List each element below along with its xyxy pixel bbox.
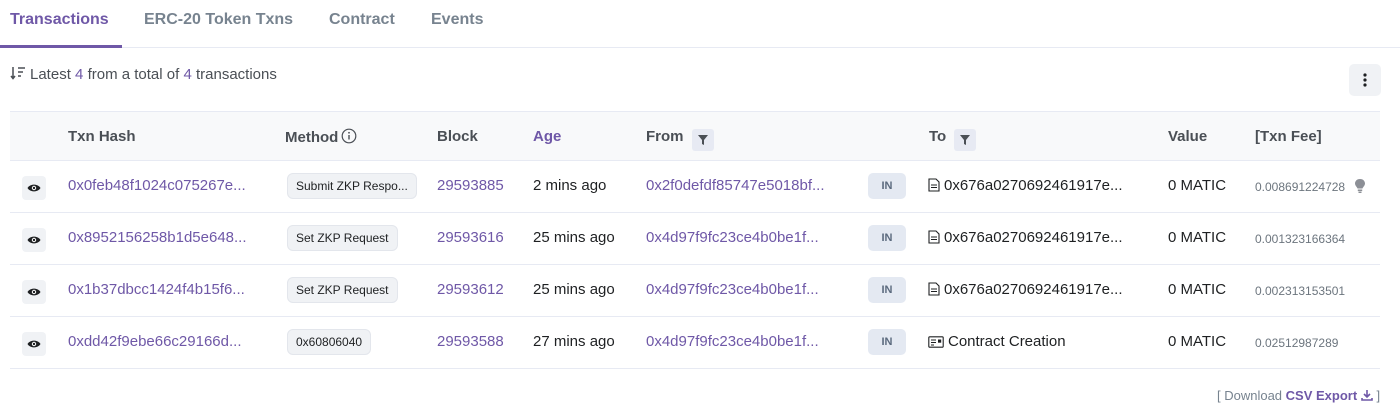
to-address-link[interactable]: 0x676a0270692461917e... <box>944 177 1123 194</box>
header-age[interactable]: Age <box>533 128 561 145</box>
tab-events[interactable]: Events <box>431 11 483 29</box>
from-address-link[interactable]: 0x4d97f9fc23ce4b0be1f... <box>646 333 819 350</box>
table-header: Txn Hash Method Block Age From To Value … <box>10 111 1380 161</box>
document-icon <box>928 230 940 244</box>
value-cell: 0 MATIC <box>1168 281 1227 298</box>
eye-icon <box>27 184 41 192</box>
txn-fee-cell: 0.001323166364 <box>1255 232 1346 246</box>
to-filter-button[interactable] <box>954 129 977 151</box>
header-from: From <box>646 128 714 151</box>
block-link[interactable]: 29593612 <box>437 281 504 298</box>
txn-hash-link[interactable]: 0x1b37dbcc1424f4b15f6... <box>68 281 245 298</box>
to-cell: 0x676a0270692461917e... <box>928 281 1123 298</box>
table-row: 0x1b37dbcc1424f4b15f6... Set ZKP Request… <box>10 265 1380 317</box>
header-to-label: To <box>929 128 947 145</box>
eye-icon <box>27 288 41 296</box>
direction-badge: IN <box>868 329 906 355</box>
tab-contract[interactable]: Contract <box>329 11 395 29</box>
csv-export-label: CSV Export <box>1285 388 1358 403</box>
from-address-link[interactable]: 0x4d97f9fc23ce4b0be1f... <box>646 229 819 246</box>
txn-hash-link[interactable]: 0x0feb48f1024c075267e... <box>68 177 246 194</box>
txn-fee-cell: 0.02512987289 <box>1255 336 1339 350</box>
download-footer: [ Download CSV Export ] <box>1217 388 1380 403</box>
summary-middle: from a total of <box>87 66 180 83</box>
download-close: ] <box>1376 388 1381 403</box>
value-cell: 0 MATIC <box>1168 229 1227 246</box>
more-options-button[interactable] <box>1349 64 1381 96</box>
value-cell: 0 MATIC <box>1168 333 1227 350</box>
document-icon <box>928 178 940 192</box>
block-link[interactable]: 29593885 <box>437 177 504 194</box>
header-txn-hash: Txn Hash <box>68 128 136 145</box>
age-cell: 25 mins ago <box>533 281 615 298</box>
from-filter-button[interactable] <box>691 129 714 151</box>
txn-hash-link[interactable]: 0x8952156258b1d5e648... <box>68 229 247 246</box>
block-link[interactable]: 29593588 <box>437 333 504 350</box>
age-cell: 27 mins ago <box>533 333 615 350</box>
header-from-label: From <box>646 128 684 145</box>
method-badge: 0x60806040 <box>287 329 372 355</box>
direction-badge: IN <box>868 173 906 199</box>
header-value: Value <box>1168 128 1208 145</box>
info-icon[interactable] <box>341 128 357 144</box>
gas-price-bulb-icon[interactable] <box>1354 178 1366 194</box>
to-cell: 0x676a0270692461917e... <box>928 229 1123 246</box>
age-cell: 25 mins ago <box>533 229 615 246</box>
kebab-icon <box>1363 73 1367 87</box>
to-address-link[interactable]: 0x676a0270692461917e... <box>944 229 1123 246</box>
active-tab-indicator <box>0 45 122 48</box>
tab-bar: Transactions ERC-20 Token Txns Contract … <box>0 0 1400 48</box>
csv-export-link[interactable]: CSV Export <box>1286 388 1377 403</box>
block-link[interactable]: 29593616 <box>437 229 504 246</box>
to-address-link[interactable]: 0x676a0270692461917e... <box>944 281 1123 298</box>
method-badge: Submit ZKP Respo... <box>287 173 417 199</box>
to-cell: 0x676a0270692461917e... <box>928 177 1123 194</box>
transactions-summary: Latest 4 from a total of 4 transactions <box>10 66 277 83</box>
header-block: Block <box>437 128 478 145</box>
value-cell: 0 MATIC <box>1168 177 1227 194</box>
tab-erc20-token-txns[interactable]: ERC-20 Token Txns <box>144 11 293 29</box>
header-txn-fee[interactable]: [Txn Fee] <box>1255 128 1322 145</box>
download-icon <box>1361 390 1373 401</box>
eye-icon <box>27 236 41 244</box>
filter-icon <box>960 135 971 145</box>
txn-hash-link[interactable]: 0xdd42f9ebe66c29166d... <box>68 333 242 350</box>
table-row: 0xdd42f9ebe66c29166d... 0x60806040 29593… <box>10 317 1380 369</box>
to-cell: Contract Creation <box>928 333 1066 350</box>
summary-total: 4 <box>183 66 192 83</box>
txn-fee-cell: 0.002313153501 <box>1255 284 1346 298</box>
summary-suffix: transactions <box>195 66 277 83</box>
from-address-link[interactable]: 0x4d97f9fc23ce4b0be1f... <box>646 281 819 298</box>
view-details-button[interactable] <box>22 332 46 356</box>
summary-prefix: Latest <box>30 66 71 83</box>
summary-count: 4 <box>75 66 84 83</box>
from-address-link[interactable]: 0x2f0defdf85747e5018bf... <box>646 177 825 194</box>
table-row: 0x0feb48f1024c075267e... Submit ZKP Resp… <box>10 161 1380 213</box>
header-method: Method <box>285 128 357 146</box>
method-badge: Set ZKP Request <box>287 225 398 251</box>
sort-icon <box>10 67 25 80</box>
contract-creation-icon <box>928 336 944 348</box>
age-cell: 2 mins ago <box>533 177 607 194</box>
filter-icon <box>697 135 708 145</box>
header-method-label: Method <box>285 129 339 146</box>
view-details-button[interactable] <box>22 280 46 304</box>
to-contract-creation: Contract Creation <box>948 333 1066 350</box>
table-row: 0x8952156258b1d5e648... Set ZKP Request … <box>10 213 1380 265</box>
direction-badge: IN <box>868 225 906 251</box>
view-details-button[interactable] <box>22 176 46 200</box>
direction-badge: IN <box>868 277 906 303</box>
txn-fee-cell: 0.008691224728 <box>1255 180 1346 194</box>
document-icon <box>928 282 940 296</box>
eye-icon <box>27 340 41 348</box>
view-details-button[interactable] <box>22 228 46 252</box>
tab-transactions[interactable]: Transactions <box>10 11 109 29</box>
download-open: [ Download <box>1217 388 1283 403</box>
header-to: To <box>929 128 977 151</box>
method-badge: Set ZKP Request <box>287 277 398 303</box>
